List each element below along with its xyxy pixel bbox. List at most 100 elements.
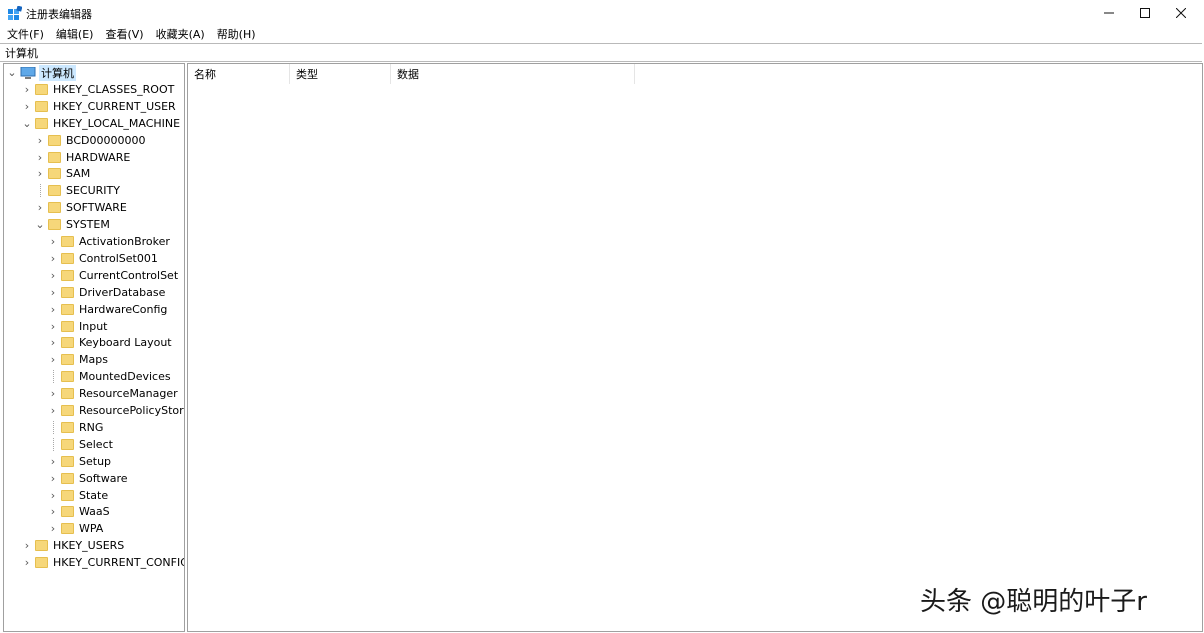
chevron-right-icon[interactable]: › (47, 351, 59, 368)
chevron-down-icon[interactable]: ⌄ (21, 115, 33, 132)
chevron-right-icon[interactable]: › (47, 301, 59, 318)
tree-label: HKEY_CURRENT_CONFIG (53, 556, 185, 570)
menu-help[interactable]: 帮助(H) (210, 26, 261, 43)
chevron-right-icon[interactable]: › (47, 453, 59, 470)
chevron-right-icon[interactable]: › (47, 487, 59, 504)
registry-tree[interactable]: ⌄ 计算机 › HKEY_CLASSES_ROOT › HKEY_CURRENT_USER… (3, 63, 185, 632)
folder-icon (61, 320, 74, 332)
tree-label: HKEY_USERS (53, 539, 125, 553)
chevron-right-icon[interactable]: › (47, 267, 59, 284)
tree-item[interactable]: Select (47, 436, 113, 453)
computer-icon (20, 66, 36, 79)
chevron-right-icon[interactable]: › (47, 233, 59, 250)
folder-icon (48, 185, 61, 197)
chevron-right-icon[interactable]: › (34, 165, 46, 182)
column-header-name[interactable]: 名称 (188, 64, 290, 84)
tree-item[interactable]: RNG (47, 419, 103, 436)
tree-item[interactable]: SECURITY (34, 182, 120, 199)
tree-item[interactable]: › HKEY_CURRENT_CONFIG (21, 554, 185, 571)
chevron-right-icon[interactable]: › (47, 318, 59, 335)
maximize-icon (1140, 8, 1150, 18)
tree-item[interactable]: › Keyboard Layout (47, 334, 172, 351)
chevron-right-icon[interactable]: › (21, 81, 33, 98)
chevron-down-icon[interactable]: ⌄ (34, 216, 46, 233)
tree-label: SOFTWARE (66, 201, 127, 215)
tree-item[interactable]: › HardwareConfig (47, 301, 168, 318)
chevron-right-icon[interactable]: › (47, 250, 59, 267)
chevron-right-icon[interactable]: › (47, 385, 59, 402)
tree-label: HKEY_LOCAL_MACHINE (53, 116, 181, 130)
tree-item[interactable]: › HKEY_USERS (21, 537, 124, 554)
folder-icon (48, 202, 61, 214)
chevron-right-icon[interactable]: › (34, 149, 46, 166)
folder-icon (48, 134, 61, 146)
folder-icon (61, 489, 74, 501)
tree-item[interactable]: › WaaS (47, 503, 110, 520)
address-bar[interactable]: 计算机 (0, 43, 1202, 62)
chevron-right-icon[interactable]: › (34, 132, 46, 149)
tree-label: HKEY_CLASSES_ROOT (53, 82, 175, 96)
tree-item[interactable]: › HARDWARE (34, 149, 131, 166)
chevron-right-icon[interactable]: › (47, 402, 59, 419)
chevron-right-icon[interactable]: › (47, 470, 59, 487)
menu-favorites[interactable]: 收藏夹(A) (149, 26, 210, 43)
chevron-right-icon[interactable]: › (34, 199, 46, 216)
tree-item[interactable]: › ControlSet001 (47, 250, 158, 267)
tree-label: SYSTEM (66, 218, 110, 232)
tree-label: ResourceManager (79, 387, 178, 401)
folder-icon (61, 455, 74, 467)
chevron-right-icon[interactable]: › (47, 284, 59, 301)
tree-item[interactable]: › HKEY_CLASSES_ROOT (21, 81, 175, 98)
chevron-right-icon[interactable]: › (21, 98, 33, 115)
registry-app-icon (8, 6, 22, 20)
tree-item[interactable]: › Software (47, 470, 128, 487)
tree-item[interactable]: › HKEY_CURRENT_USER (21, 98, 176, 115)
chevron-right-icon[interactable]: › (21, 554, 33, 571)
chevron-right-icon[interactable]: › (47, 503, 59, 520)
window-title: 注册表编辑器 (26, 8, 92, 21)
chevron-down-icon[interactable]: ⌄ (6, 64, 18, 81)
close-button[interactable] (1158, 0, 1204, 26)
column-header-type[interactable]: 类型 (290, 64, 391, 84)
tree-connector-line (34, 182, 46, 199)
tree-item[interactable]: › Maps (47, 351, 108, 368)
menu-file[interactable]: 文件(F) (0, 26, 49, 43)
tree-label: Input (79, 319, 108, 333)
tree-label: Keyboard Layout (79, 336, 172, 350)
tree-item[interactable]: ⌄ SYSTEM (34, 216, 110, 233)
tree-item[interactable]: › SOFTWARE (34, 199, 127, 216)
folder-icon (61, 269, 74, 281)
chevron-right-icon[interactable]: › (47, 334, 59, 351)
tree-item[interactable]: › Input (47, 318, 108, 335)
tree-label: ActivationBroker (79, 235, 170, 248)
tree-item[interactable]: › ResourceManager (47, 385, 178, 402)
tree-label: HardwareConfig (79, 302, 168, 316)
tree-item[interactable]: › CurrentControlSet (47, 267, 178, 284)
folder-icon (61, 405, 74, 416)
tree-label: WPA (79, 522, 104, 536)
tree-item[interactable]: › ActivationBroker (47, 233, 170, 250)
tree-item[interactable]: › State (47, 487, 108, 504)
column-header-data[interactable]: 数据 (391, 64, 635, 84)
tree-label: HARDWARE (66, 150, 131, 164)
tree-item[interactable]: › DriverDatabase (47, 284, 166, 301)
menu-view[interactable]: 查看(V) (98, 26, 148, 43)
tree-label: Software (79, 471, 128, 485)
tree-label: ResourcePolicyStore (79, 404, 185, 417)
chevron-right-icon[interactable]: › (21, 537, 33, 554)
tree-root-computer[interactable]: ⌄ 计算机 (6, 64, 76, 81)
tree-item[interactable]: › SAM (34, 165, 90, 182)
address-path: 计算机 (5, 46, 38, 60)
tree-item[interactable]: ⌄ HKEY_LOCAL_MACHINE (21, 115, 180, 132)
menu-edit[interactable]: 编辑(E) (49, 26, 99, 43)
tree-item[interactable]: MountedDevices (47, 368, 171, 385)
tree-connector-line (47, 436, 59, 453)
tree-item[interactable]: › WPA (47, 520, 104, 537)
tree-label: HKEY_CURRENT_USER (53, 99, 176, 113)
tree-item[interactable]: › Setup (47, 453, 111, 470)
tree-item[interactable]: › ResourcePolicyStore (47, 402, 185, 419)
values-list[interactable]: 名称 类型 数据 (187, 63, 1203, 632)
tree-label: MountedDevices (79, 370, 171, 384)
tree-item[interactable]: › BCD00000000 (34, 132, 146, 149)
chevron-right-icon[interactable]: › (47, 520, 59, 537)
